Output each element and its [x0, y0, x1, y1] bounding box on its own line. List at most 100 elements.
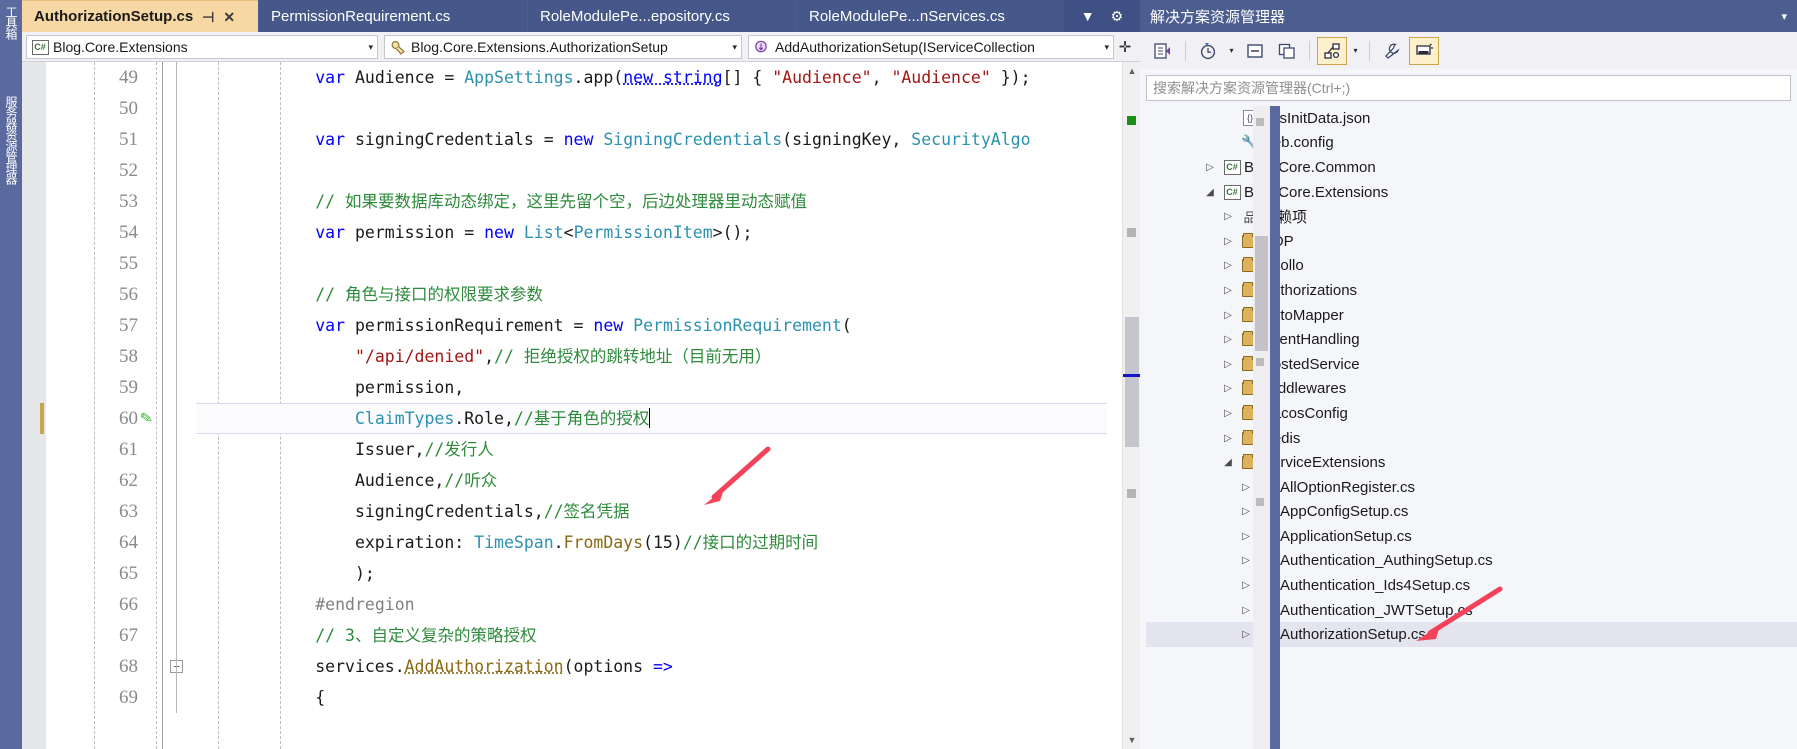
tree-item-sysinitdata-json[interactable]: {} SysInitData.json [1146, 106, 1797, 131]
code-line[interactable]: 54 var permission = new List<PermissionI… [22, 217, 1107, 248]
code-line[interactable]: 66 #endregion [22, 589, 1107, 620]
code-line[interactable]: 56 // 角色与接口的权限要求参数 [22, 279, 1107, 310]
tree-item-automapper[interactable]: ▷ AutoMapper [1146, 303, 1797, 328]
scrollbar-marker-green [1127, 116, 1136, 125]
code-line[interactable]: 51 var signingCredentials = new SigningC… [22, 124, 1107, 155]
tree-item-authentication-jwtsetup-cs[interactable]: ▷C#Authentication_JWTSetup.cs [1146, 598, 1797, 623]
tree-item-serviceextensions[interactable]: ◢ ServiceExtensions [1146, 450, 1797, 475]
document-tab-rolemodule-services[interactable]: RoleModulePe...nServices.cs [797, 0, 1065, 32]
tab-settings-gear-icon[interactable]: ⚙ [1111, 9, 1124, 23]
tree-item-web-config[interactable]: 🔧 web.config [1146, 131, 1797, 156]
tab-list-dropdown-icon[interactable]: ▼ [1081, 9, 1095, 23]
scroll-up-icon[interactable]: ▲ [1123, 62, 1141, 80]
document-tab-rolemodule-repository[interactable]: RoleModulePe...epository.cs [528, 0, 796, 32]
properties-button[interactable] [1377, 37, 1407, 65]
navbar-project-dropdown[interactable]: C# Blog.Core.Extensions ▾ [26, 35, 378, 59]
tree-item-eventhandling[interactable]: ▷ EventHandling [1146, 327, 1797, 352]
solution-explorer-search-input[interactable]: 搜索解决方案资源管理器(Ctrl+;) [1146, 75, 1791, 101]
document-tab-label: RoleModulePe...epository.cs [540, 7, 730, 25]
chevron-right-icon[interactable]: ▷ [1218, 236, 1238, 247]
document-tab-authorizationsetup[interactable]: AuthorizationSetup.cs ⊣ ✕ [22, 0, 258, 32]
navbar-type-dropdown[interactable]: Blog.Core.Extensions.AuthorizationSetup … [384, 35, 742, 59]
navbar-member-dropdown[interactable]: AddAuthorizationSetup(IServiceCollection… [748, 35, 1114, 59]
document-tab-permissionrequirement[interactable]: PermissionRequirement.cs [259, 0, 527, 32]
tree-item-hostedservice[interactable]: ▷ HostedService [1146, 352, 1797, 377]
chevron-right-icon[interactable]: ▷ [1200, 162, 1220, 173]
code-line[interactable]: 53 // 如果要数据库动态绑定，这里先留个空，后边处理器里动态赋值 [22, 186, 1107, 217]
tree-item-alloptionregister-cs[interactable]: ▷C#AllOptionRegister.cs [1146, 475, 1797, 500]
code-line[interactable]: 61 Issuer,//发行人 [22, 434, 1107, 465]
chevron-right-icon[interactable]: ▷ [1218, 383, 1238, 394]
scroll-down-icon[interactable]: ▼ [1123, 731, 1141, 749]
chevron-down-icon[interactable]: ▾ [728, 42, 737, 53]
tree-item-blog-core-common[interactable]: ▷ C# Blog.Core.Common [1146, 155, 1797, 180]
chevron-right-icon[interactable]: ▷ [1218, 408, 1238, 419]
tree-item-middlewares[interactable]: ▷ Middlewares [1146, 377, 1797, 402]
line-number: 62 [119, 470, 138, 491]
chevron-down-icon[interactable]: ▾ [364, 42, 373, 53]
vertical-tab-toolbox[interactable]: 工具箱 [0, 6, 22, 76]
chevron-down-icon[interactable]: ▾ [1100, 42, 1109, 53]
code-line[interactable]: 52 [22, 155, 1107, 186]
code-line[interactable]: 69 { [22, 682, 1107, 713]
code-line[interactable]: 59 permission, [22, 372, 1107, 403]
pending-changes-button[interactable] [1193, 37, 1223, 65]
chevron-down-icon[interactable]: ▾ [1225, 37, 1238, 65]
code-line[interactable]: 63 signingCredentials,//签名凭据 [22, 496, 1107, 527]
code-line[interactable]: 67 // 3、自定义复杂的策略授权 [22, 620, 1107, 651]
tree-item-redis[interactable]: ▷ Redis [1146, 426, 1797, 451]
tree-item-nacosconfig[interactable]: ▷ NacosConfig [1146, 401, 1797, 426]
tree-item-[interactable]: ▷ 品依赖项 [1146, 204, 1797, 229]
vertical-tab-server-explorer[interactable]: 服务器资源管理器 [0, 96, 22, 246]
split-editor-button[interactable]: ✛ [1114, 36, 1136, 58]
code-line[interactable]: 64 expiration: TimeSpan.FromDays(15)//接口… [22, 527, 1107, 558]
scrollbar-thumb[interactable] [1125, 317, 1139, 447]
chevron-right-icon[interactable]: ▷ [1218, 433, 1238, 444]
tree-item-authorizations[interactable]: ▷ Authorizations [1146, 278, 1797, 303]
code-line[interactable]: 57 var permissionRequirement = new Permi… [22, 310, 1107, 341]
tree-item-authorizationsetup-cs[interactable]: ▷C#AuthorizationSetup.cs [1146, 622, 1797, 648]
tree-item-applicationsetup-cs[interactable]: ▷C#ApplicationSetup.cs [1146, 524, 1797, 549]
chevron-right-icon[interactable]: ▷ [1218, 285, 1238, 296]
code-line[interactable]: 65 ); [22, 558, 1107, 589]
chevron-down-icon[interactable]: ◢ [1200, 187, 1220, 198]
code-token: Audience [345, 68, 445, 87]
view-selector-button[interactable] [1317, 36, 1347, 65]
pin-icon[interactable]: ⊣ [202, 10, 214, 24]
chevron-right-icon[interactable]: ▷ [1218, 260, 1238, 271]
code-editor-surface[interactable]: 49 var Audience = AppSettings.app(new st… [22, 62, 1140, 749]
tree-item-appconfigsetup-cs[interactable]: ▷C#AppConfigSetup.cs [1146, 500, 1797, 525]
close-icon[interactable]: ✕ [223, 10, 235, 24]
code-line[interactable]: 58 "/api/denied",// 拒绝授权的跳转地址（目前无用） [22, 341, 1107, 372]
chevron-down-icon[interactable]: ▾ [1781, 10, 1787, 23]
code-line[interactable]: 62 Audience,//听众 [22, 465, 1107, 496]
tree-item-authentication-authingsetup-cs[interactable]: ▷C#Authentication_AuthingSetup.cs [1146, 549, 1797, 574]
tree-item-blog-core-extensions[interactable]: ◢ C# Blog.Core.Extensions [1146, 180, 1797, 205]
code-line[interactable]: 49 var Audience = AppSettings.app(new st… [22, 62, 1107, 93]
chevron-right-icon[interactable]: ▷ [1218, 359, 1238, 370]
solution-explorer-tree[interactable]: {} SysInitData.json 🔧 web.config ▷ C# Blog.Cor… [1146, 106, 1797, 749]
preview-selected-items-button[interactable] [1409, 36, 1439, 65]
code-line[interactable]: 55 [22, 248, 1107, 279]
chevron-right-icon[interactable]: ▷ [1218, 310, 1238, 321]
code-line[interactable]: 68− services.AddAuthorization(options => [22, 651, 1107, 682]
collapse-all-button[interactable] [1240, 37, 1270, 65]
editor-vertical-scrollbar[interactable]: ▲ ▼ [1122, 62, 1141, 749]
chevron-down-icon[interactable]: ▾ [1349, 37, 1362, 65]
tree-item-apollo[interactable]: ▷ Apollo [1146, 254, 1797, 279]
chevron-down-icon[interactable]: ◢ [1218, 457, 1238, 468]
code-lines[interactable]: 49 var Audience = AppSettings.app(new st… [22, 62, 1107, 713]
scrollbar-thumb[interactable] [1255, 236, 1268, 351]
tree-item-authentication-ids4setup-cs[interactable]: ▷C#Authentication_Ids4Setup.cs [1146, 573, 1797, 598]
chevron-right-icon[interactable]: ▷ [1218, 211, 1238, 222]
quick-actions-pencil-icon[interactable]: ✎ [139, 408, 154, 428]
code-line[interactable]: 60 ✎ ClaimTypes.Role,//基于角色的授权 [22, 403, 1107, 434]
chevron-right-icon[interactable]: ▷ [1218, 334, 1238, 345]
show-all-files-button[interactable] [1272, 37, 1302, 65]
solution-explorer-vertical-scrollbar[interactable] [1253, 106, 1270, 749]
home-view-button[interactable] [1148, 37, 1178, 65]
code-token: AddAuthorization [404, 657, 564, 676]
code-line[interactable]: 50 [22, 93, 1107, 124]
tree-item-aop[interactable]: ▷ AOP [1146, 229, 1797, 254]
